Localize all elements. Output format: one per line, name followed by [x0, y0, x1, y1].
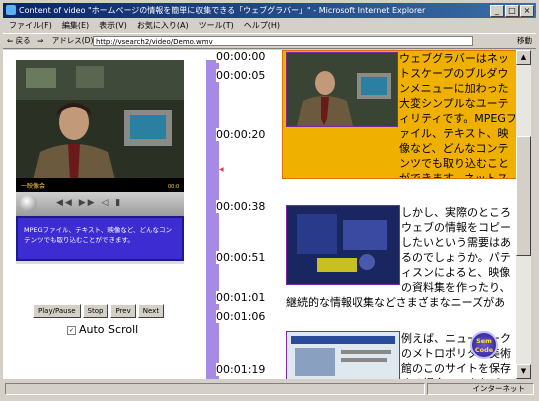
toolbar: ⇐ 戻る ⇒ アドレス(D) http://vsearch2/video/Dem…: [3, 33, 536, 49]
segment-text: しかし、実際のところウェブの情報をコピーしたいという需要はあるのでしょうか。パテ…: [286, 206, 511, 309]
forward-button[interactable]: ⇒: [37, 34, 43, 48]
svg-text:一映像会: 一映像会: [21, 182, 45, 190]
address-label: アドレス(D): [51, 36, 94, 45]
timestamp[interactable]: 00:00:20: [216, 128, 266, 141]
menu-edit[interactable]: 編集(E): [62, 21, 89, 30]
page-content: 一映像会 00:0 ◀◀ ▶▶ ◁ ▮ MPEGファイル、テキスト、映像など、ど…: [3, 50, 516, 379]
timeline-bar[interactable]: [206, 60, 219, 379]
autoscroll-toggle[interactable]: ✓ Auto Scroll: [67, 323, 138, 336]
vertical-scrollbar[interactable]: ▲ ▼: [516, 50, 531, 379]
play-icon[interactable]: [20, 195, 37, 212]
back-button[interactable]: ⇐ 戻る: [7, 34, 31, 48]
menu-tools[interactable]: ツール(T): [199, 21, 234, 30]
menu-bar: ファイル(F) 編集(E) 表示(V) お気に入り(A) ツール(T) ヘルプ(H): [3, 19, 536, 32]
scroll-up-icon[interactable]: ▲: [516, 50, 531, 65]
semcode-badge-icon: Sem Code: [470, 331, 498, 359]
autoscroll-label: Auto Scroll: [79, 323, 139, 336]
segment-thumbnail[interactable]: [286, 331, 400, 379]
subtitle-box: MPEGファイル、テキスト、映像など、どんなコンテンツでも取り込むことができます…: [16, 216, 184, 261]
media-control-bar: ◀◀ ▶▶ ◁ ▮: [16, 192, 184, 216]
zone-label: インターネット: [472, 384, 526, 393]
status-zone-cell: インターネット: [427, 383, 534, 395]
scroll-down-icon[interactable]: ▼: [516, 364, 531, 379]
minimize-button[interactable]: _: [490, 5, 504, 17]
next-button[interactable]: Next: [137, 304, 165, 318]
thumbnail-image: [287, 53, 397, 126]
timestamp[interactable]: 00:00:05: [216, 69, 266, 82]
video-frame: 一映像会 00:0: [16, 60, 184, 192]
seek-controls-icon[interactable]: ◀◀ ▶▶ ◁ ▮: [56, 198, 122, 208]
ie-logo-icon: [6, 5, 16, 15]
playback-buttons: Play/Pause Stop Prev Next: [33, 298, 166, 318]
address-field[interactable]: http://vsearch2/video/Demo.wmv: [93, 36, 473, 46]
window-titlebar: Content of video "ホームページの情報を簡単に収集できる「ウェブ…: [3, 3, 536, 18]
menu-favorites[interactable]: お気に入り(A): [137, 21, 189, 30]
window-title: Content of video "ホームページの情報を簡単に収集できる「ウェブ…: [19, 6, 426, 15]
timestamp[interactable]: 00:00:00: [216, 50, 266, 63]
svg-text:00:0: 00:0: [168, 184, 179, 190]
player-controls: ◀◀ ▶▶ ◁ ▮ MPEGファイル、テキスト、映像など、どんなコンテンツでも取…: [16, 192, 184, 264]
maximize-button[interactable]: □: [505, 5, 519, 17]
play-pause-button[interactable]: Play/Pause: [33, 304, 81, 318]
scrollbar-thumb[interactable]: [516, 136, 531, 256]
timeline-marker-icon: ◀: [219, 166, 224, 173]
checkbox-icon[interactable]: ✓: [67, 325, 76, 335]
window-controls: _ □ ×: [489, 5, 534, 18]
timestamp[interactable]: 00:01:01: [216, 291, 266, 304]
segment-thumbnail[interactable]: [286, 52, 398, 127]
timestamp[interactable]: 00:00:51: [216, 251, 266, 264]
go-button[interactable]: 移動: [517, 34, 532, 48]
status-text-cell: [5, 383, 425, 395]
video-image: 一映像会 00:0: [16, 60, 184, 192]
timestamp[interactable]: 00:01:06: [216, 310, 266, 323]
menu-file[interactable]: ファイル(F): [9, 21, 52, 30]
timestamp[interactable]: 00:00:38: [216, 200, 266, 213]
close-button[interactable]: ×: [520, 5, 534, 17]
status-bar: インターネット: [3, 381, 536, 398]
segment-text: ウェブグラバーはネットスケープのブルダウンメニューに加わった大変シンプルなユーテ…: [399, 52, 516, 178]
menu-help[interactable]: ヘルプ(H): [244, 21, 280, 30]
thumbnail-image: [287, 332, 399, 379]
stop-button[interactable]: Stop: [82, 304, 109, 318]
prev-button[interactable]: Prev: [110, 304, 136, 318]
timestamp[interactable]: 00:01:19: [216, 363, 266, 376]
menu-view[interactable]: 表示(V): [99, 21, 127, 30]
